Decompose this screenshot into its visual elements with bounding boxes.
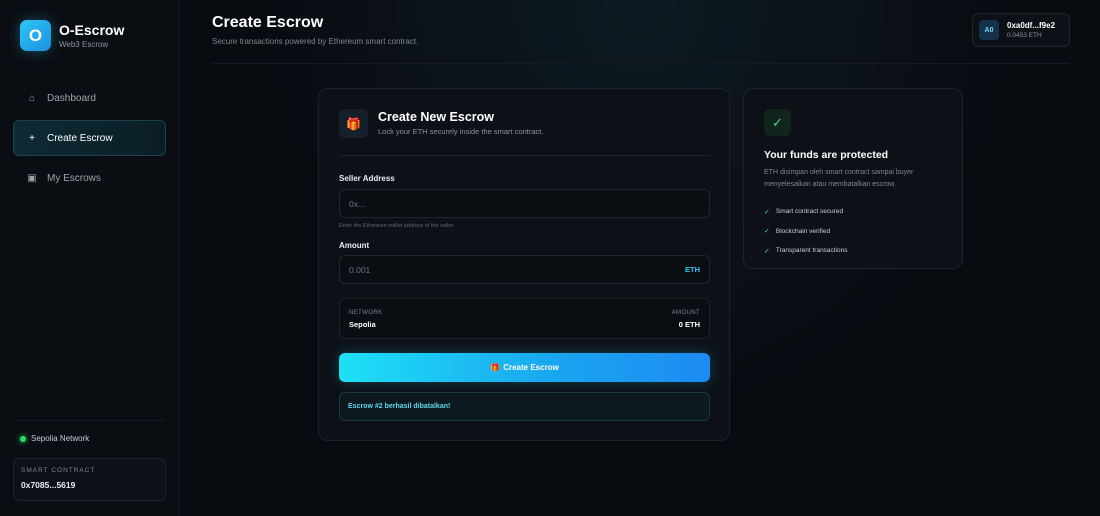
seller-address-label: Seller Address <box>339 174 395 183</box>
create-escrow-button-label: Create Escrow <box>503 363 559 372</box>
info-title: Your funds are protected <box>764 149 889 161</box>
feature-label: Blockchain verified <box>775 227 831 235</box>
avatar: A0 <box>979 20 999 40</box>
status-dot-icon <box>20 435 26 442</box>
sidebar-nav: ⌂ Dashboard + Create Escrow ▣ My Escrows <box>13 80 166 200</box>
contract-address: 0x7085...5619 <box>21 480 76 490</box>
sidebar-item-create-escrow[interactable]: + Create Escrow <box>13 120 166 156</box>
feature-label: Transparent transactions <box>775 247 848 255</box>
feature-list: ✓ Smart contract secured ✓ Blockchain ve… <box>764 202 848 261</box>
home-icon: ⌂ <box>28 92 36 104</box>
page-subtitle: Secure transactions powered by Ethereum … <box>212 37 419 46</box>
amount-field: ETH <box>339 255 710 284</box>
wallet-address: 0xa0df...f9e2 <box>1007 20 1056 30</box>
contract-label: SMART CONTRACT <box>21 467 96 474</box>
brand[interactable]: O O-Escrow Web3 Escrow <box>20 20 124 51</box>
header-divider <box>212 63 1069 64</box>
feature-label: Smart contract secured <box>775 208 844 216</box>
check-icon: ✓ <box>764 247 770 255</box>
network-label: Sepolia Network <box>31 434 90 443</box>
brand-name: O-Escrow <box>59 21 125 38</box>
sidebar-item-label: Dashboard <box>47 92 96 104</box>
sidebar-divider <box>13 420 166 421</box>
brand-subtitle: Web3 Escrow <box>59 39 109 49</box>
app-root: O O-Escrow Web3 Escrow ⌂ Dashboard + Cre… <box>0 0 1100 516</box>
wallet-button[interactable]: A0 0xa0df...f9e2 0.0453 ETH <box>972 13 1070 47</box>
amount-label: Amount <box>339 241 370 250</box>
card-title: Create New Escrow <box>378 110 495 124</box>
list-item: ✓ Blockchain verified <box>764 222 848 242</box>
sidebar-item-label: Create Escrow <box>47 132 113 144</box>
create-escrow-card: 🎁 Create New Escrow Lock your ETH secure… <box>318 88 730 441</box>
sidebar: O O-Escrow Web3 Escrow ⌂ Dashboard + Cre… <box>0 0 180 516</box>
amount-unit: ETH <box>685 265 700 274</box>
list-item: ✓ Smart contract secured <box>764 202 848 222</box>
seller-address-input[interactable] <box>349 198 700 209</box>
main-content: Create Escrow Secure transactions powere… <box>180 0 1100 516</box>
info-description: ETH disimpan oleh smart contract sampai … <box>764 169 914 188</box>
brand-text: O-Escrow Web3 Escrow <box>59 22 124 50</box>
gift-icon: 🎁 <box>490 363 501 372</box>
summary-network-value: Sepolia <box>349 320 376 329</box>
protection-info-card: ✓ Your funds are protected ETH disimpan … <box>743 88 963 269</box>
check-shield-icon: ✓ <box>764 109 791 136</box>
square-icon: ▣ <box>27 172 37 184</box>
card-subtitle: Lock your ETH securely inside the smart … <box>378 127 544 136</box>
network-status: Sepolia Network <box>20 434 89 443</box>
sidebar-item-label: My Escrows <box>47 172 101 184</box>
escrow-summary: NETWORK Sepolia AMOUNT 0 ETH <box>339 298 710 339</box>
wallet-info: 0xa0df...f9e2 0.0453 ETH <box>1007 21 1055 40</box>
check-icon: ✓ <box>764 228 770 236</box>
list-item: ✓ Transparent transactions <box>764 241 848 261</box>
gift-icon: 🎁 <box>339 109 368 138</box>
sidebar-item-my-escrows[interactable]: ▣ My Escrows <box>13 160 166 196</box>
check-icon: ✓ <box>764 208 770 216</box>
page-title: Create Escrow <box>212 14 324 31</box>
card-divider <box>339 155 710 156</box>
amount-input[interactable] <box>349 264 685 275</box>
plus-icon: + <box>29 132 35 144</box>
summary-network-label: NETWORK <box>349 310 383 316</box>
wallet-balance: 0.0453 ETH <box>1007 31 1042 39</box>
summary-amount-label: AMOUNT <box>671 310 700 316</box>
brand-logo: O <box>20 20 51 51</box>
sidebar-item-dashboard[interactable]: ⌂ Dashboard <box>13 80 166 116</box>
seller-address-hint: Enter the Ethereum wallet address of the… <box>339 223 455 229</box>
contract-box: SMART CONTRACT 0x7085...5619 <box>13 458 166 501</box>
seller-address-field <box>339 189 710 218</box>
summary-amount-value: 0 ETH <box>678 320 700 329</box>
status-toast: Escrow #2 berhasil dibatalkan! <box>339 392 710 421</box>
create-escrow-button[interactable]: 🎁 Create Escrow <box>339 353 710 382</box>
